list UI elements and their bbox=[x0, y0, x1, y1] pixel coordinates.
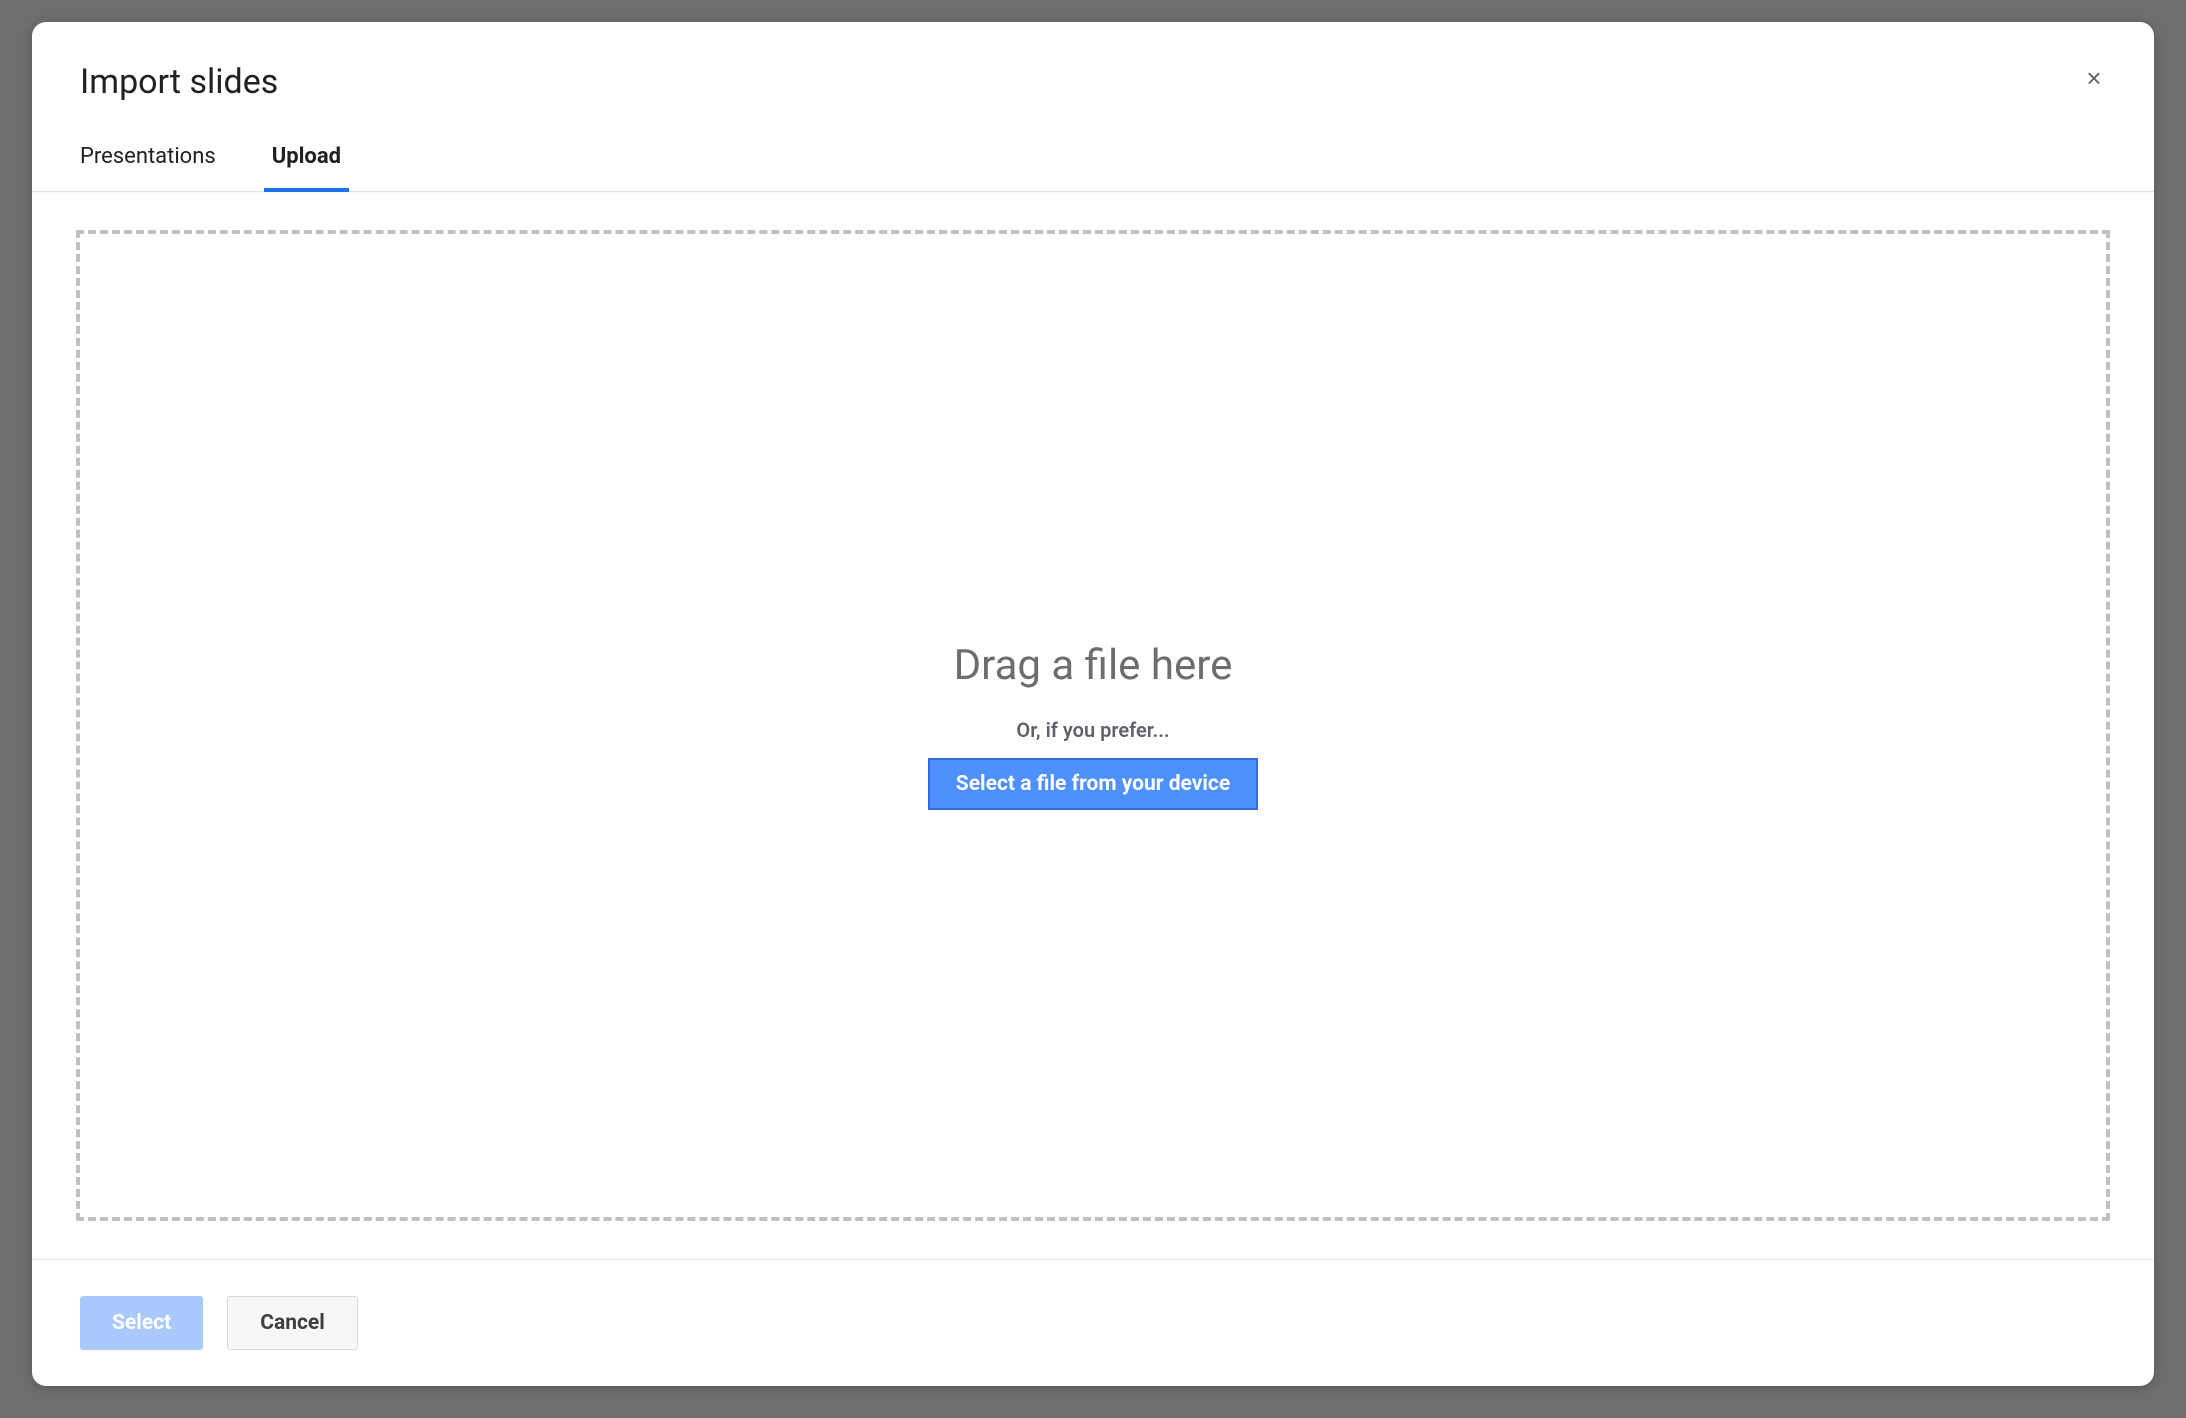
close-icon: × bbox=[2086, 63, 2101, 94]
modal-header: Import slides × bbox=[32, 22, 2154, 102]
drag-instruction-text: Drag a file here bbox=[954, 641, 1233, 690]
alternative-text: Or, if you prefer... bbox=[1016, 718, 1169, 742]
tab-presentations[interactable]: Presentations bbox=[80, 144, 216, 191]
select-file-button[interactable]: Select a file from your device bbox=[928, 758, 1258, 810]
modal-title: Import slides bbox=[80, 62, 2106, 102]
close-button[interactable]: × bbox=[2078, 62, 2110, 94]
select-button[interactable]: Select bbox=[80, 1296, 203, 1350]
tab-upload[interactable]: Upload bbox=[272, 144, 341, 191]
tab-label: Presentations bbox=[80, 144, 216, 169]
tabs: Presentations Upload bbox=[32, 144, 2154, 192]
cancel-button[interactable]: Cancel bbox=[227, 1296, 358, 1350]
modal-body: Drag a file here Or, if you prefer... Se… bbox=[32, 192, 2154, 1259]
file-dropzone[interactable]: Drag a file here Or, if you prefer... Se… bbox=[76, 230, 2110, 1221]
import-slides-modal: Import slides × Presentations Upload Dra… bbox=[32, 22, 2154, 1386]
modal-footer: Select Cancel bbox=[32, 1259, 2154, 1386]
tab-label: Upload bbox=[272, 144, 341, 169]
